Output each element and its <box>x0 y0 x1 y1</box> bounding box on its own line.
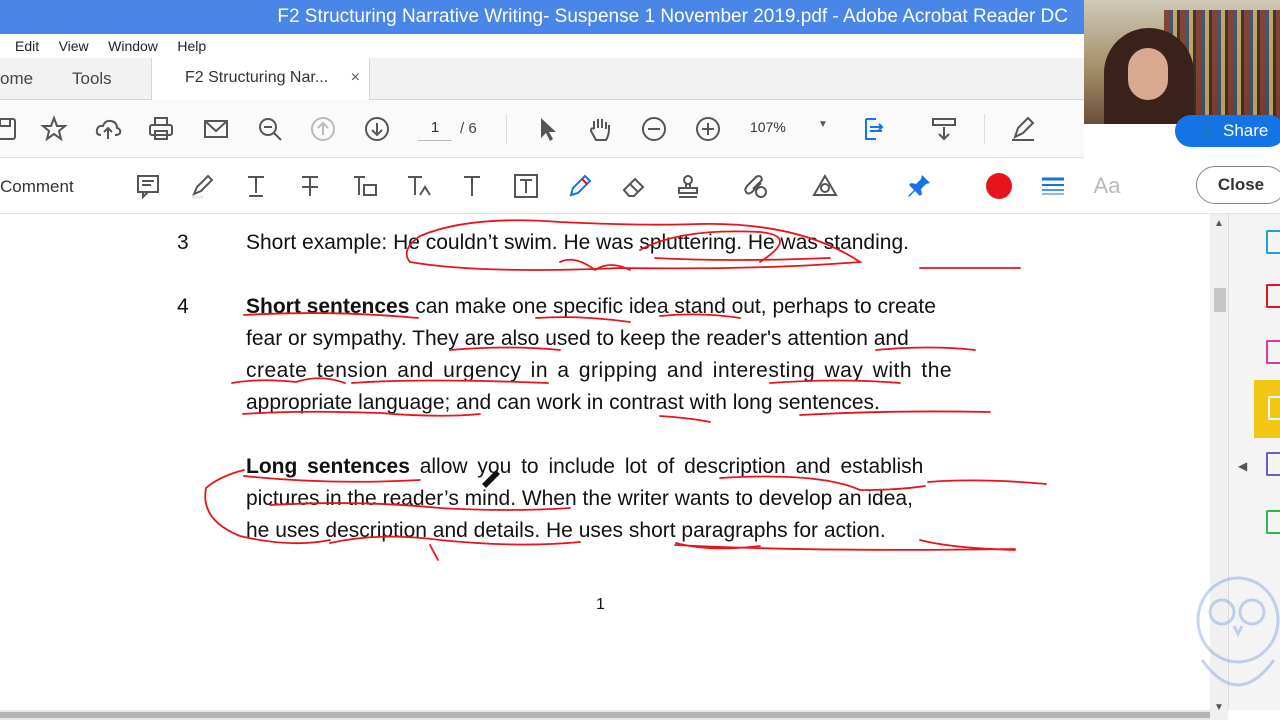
scroll-thumb[interactable] <box>1214 288 1226 312</box>
highlight-icon[interactable] <box>185 170 219 202</box>
bookmark-star-icon[interactable] <box>37 112 71 146</box>
presenter-face <box>1128 48 1168 100</box>
more-tools-icon[interactable] <box>1266 510 1280 534</box>
tab-document[interactable]: F2 Structuring Nar... × <box>151 58 370 101</box>
document-text-line: Long sentences allow you to include lot … <box>246 455 923 479</box>
tab-tools[interactable]: Tools <box>72 58 112 100</box>
zoom-in-icon[interactable] <box>691 112 725 146</box>
upload-cloud-icon[interactable] <box>91 112 125 146</box>
stamp-icon[interactable] <box>671 170 705 202</box>
document-text-line: he uses description and details. He uses… <box>246 519 886 542</box>
sticky-note-icon[interactable] <box>131 170 165 202</box>
menu-bar: Edit View Window Help <box>0 34 1084 58</box>
strikethrough-icon[interactable] <box>293 170 327 202</box>
owl-watermark-icon <box>1196 576 1280 687</box>
tab-document-label: F2 Structuring Nar... <box>185 69 329 86</box>
horizontal-scrollbar[interactable] <box>0 710 1210 720</box>
horizontal-scroll-thumb[interactable] <box>0 712 1210 718</box>
chevron-down-icon: ▼ <box>818 119 828 130</box>
replace-text-icon[interactable] <box>347 170 381 202</box>
document-text-line: Short example: He couldn’t swim. He was … <box>246 231 909 254</box>
window-title-bar: F2 Structuring Narrative Writing- Suspen… <box>0 0 1084 34</box>
document-text-line: fear or sympathy. They are also used to … <box>246 327 909 350</box>
text-underline-icon[interactable] <box>239 170 273 202</box>
organize-pages-icon[interactable] <box>1266 340 1280 364</box>
menu-help[interactable]: Help <box>177 34 206 54</box>
comment-toolbar: Comment Aa Close <box>0 158 1280 214</box>
save-icon[interactable] <box>0 112 22 146</box>
scroll-mode-icon[interactable] <box>927 112 961 146</box>
text-box-icon[interactable] <box>509 170 543 202</box>
scroll-up-icon[interactable]: ▲ <box>1214 218 1224 229</box>
zoom-select[interactable]: 107% ▼ <box>750 119 830 135</box>
document-text-line: Short sentences can make one specific id… <box>246 295 936 319</box>
pin-icon[interactable] <box>902 170 936 202</box>
document-text-line: pictures in the reader’s mind. When the … <box>246 487 913 510</box>
text-run: can make one specific idea stand out, pe… <box>409 295 936 318</box>
zoom-out-icon[interactable] <box>637 112 671 146</box>
eraser-icon[interactable] <box>617 170 651 202</box>
fit-page-icon[interactable] <box>858 112 892 146</box>
item-number: 4 <box>177 295 189 318</box>
color-icon[interactable] <box>982 170 1016 202</box>
page-number-input[interactable]: 1 <box>418 117 452 141</box>
add-text-icon[interactable] <box>455 170 489 202</box>
menu-edit[interactable]: Edit <box>15 34 39 54</box>
page-total: / 6 <box>460 120 477 137</box>
shapes-icon[interactable] <box>808 170 842 202</box>
page-up-icon[interactable] <box>306 112 340 146</box>
document-text-line: create tension and urgency in a gripping… <box>246 359 953 382</box>
print-icon[interactable] <box>144 112 178 146</box>
page-down-icon[interactable] <box>360 112 394 146</box>
select-cursor-icon[interactable] <box>530 112 564 146</box>
collapse-panel-icon[interactable]: ◀ <box>1238 459 1247 473</box>
email-icon[interactable] <box>199 112 233 146</box>
font-size-icon[interactable]: Aa <box>1090 170 1124 202</box>
draw-pencil-icon[interactable] <box>563 170 597 202</box>
webcam-overlay <box>1084 0 1280 124</box>
line-weight-icon[interactable] <box>1036 170 1070 202</box>
window-title: F2 Structuring Narrative Writing- Suspen… <box>277 6 1068 27</box>
attach-icon[interactable] <box>738 170 772 202</box>
page-number-footer: 1 <box>596 596 605 613</box>
bold-term: Long sentences <box>246 455 410 478</box>
zoom-value: 107% <box>750 119 786 135</box>
toolbar-divider <box>506 114 507 144</box>
document-text-line: appropriate language; and can work in co… <box>246 391 880 414</box>
bold-term: Short sentences <box>246 295 410 318</box>
sign-icon[interactable] <box>1006 112 1040 146</box>
create-pdf-icon[interactable] <box>1266 284 1280 308</box>
insert-text-icon[interactable] <box>401 170 435 202</box>
close-tab-icon[interactable]: × <box>351 69 360 87</box>
tab-home[interactable]: ome <box>0 58 33 100</box>
menu-window[interactable]: Window <box>108 34 158 54</box>
tab-bar: ome Tools F2 Structuring Nar... × <box>0 58 1084 101</box>
share-button[interactable]: 👤 Share <box>1175 115 1280 147</box>
main-toolbar: 1 / 6 107% ▼ <box>0 100 1084 158</box>
search-zoom-icon[interactable] <box>253 112 287 146</box>
text-run: allow you to include lot of description … <box>409 455 924 478</box>
item-number: 3 <box>177 231 189 254</box>
close-button[interactable]: Close <box>1196 166 1280 204</box>
comment-label: Comment <box>0 177 74 196</box>
hand-pan-icon[interactable] <box>583 112 617 146</box>
menu-view[interactable]: View <box>59 34 89 54</box>
comment-tool-icon[interactable] <box>1268 396 1280 420</box>
add-person-icon: 👤 <box>1197 123 1217 140</box>
toolbar-divider <box>984 114 985 144</box>
share-label: Share <box>1223 121 1269 140</box>
ink-color-swatch <box>986 173 1012 199</box>
export-pdf-icon[interactable] <box>1266 230 1280 254</box>
fill-sign-icon[interactable] <box>1266 452 1280 476</box>
